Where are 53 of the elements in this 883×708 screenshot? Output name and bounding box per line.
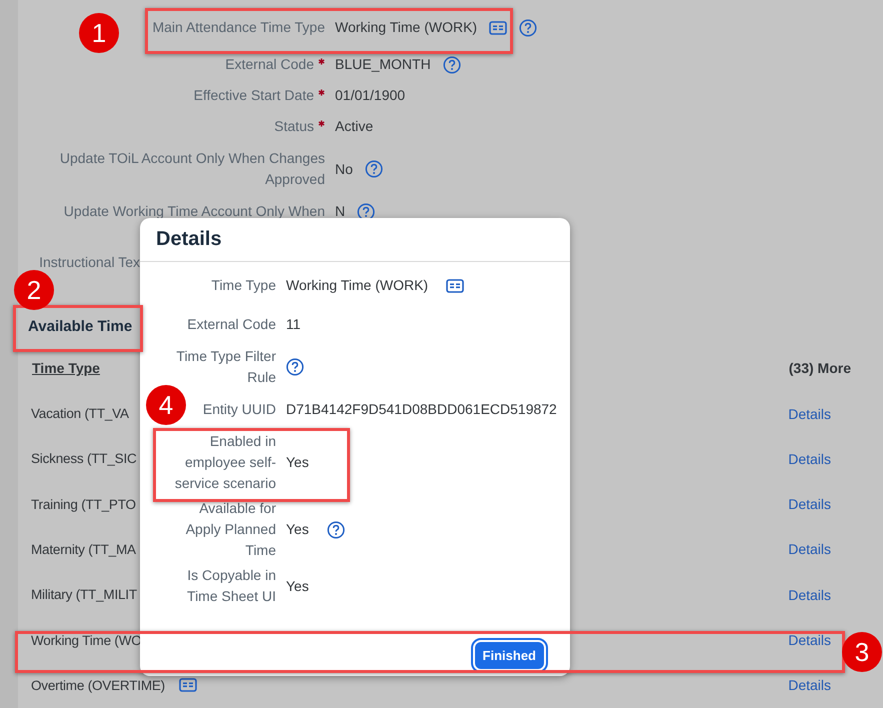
field-value: 11 [286,315,301,334]
field-value: No [335,160,353,178]
field-label: Available for Apply Planned Time [186,500,276,558]
field-value: Working Time (WORK) [335,18,478,37]
details-link[interactable]: Details [788,496,831,512]
details-link[interactable]: Details [788,586,831,603]
field-label: Enabled in employee self-service scenario [174,433,276,491]
field-label: Main Attendance Time Type [152,18,325,37]
callout-number: 1 [79,13,119,53]
time-type-cell: Overtime (OVERTIME) [31,678,165,693]
time-type-cell: Maternity (TT_MA [31,542,136,557]
field-label: Update TOiL Account Only When Changes Approved [58,149,325,189]
field-value: Active [335,117,374,136]
field-label: Status [274,117,314,136]
field-value: Working Time (WORK) [286,276,428,295]
help-icon[interactable] [326,520,345,538]
column-header[interactable]: Time Type [32,358,100,379]
details-link[interactable]: Details [788,541,831,558]
details-link[interactable]: Details [788,450,831,467]
details-link[interactable]: Details [788,406,831,422]
field-label: Update Working Time Account Only When [64,202,325,221]
details-link[interactable]: Details [788,677,831,694]
details-link[interactable]: Details [788,632,831,648]
section-title: Available Time [27,318,132,336]
time-type-cell: Sickness (TT_SIC [31,451,137,466]
help-icon[interactable] [286,358,304,376]
more-count[interactable]: (33) More [788,358,851,379]
field-value: BLUE_MONTH [335,55,431,74]
field-value: Yes [286,520,309,539]
field-value: 01/01/1900 [335,86,406,105]
time-type-cell: Military (TT_MILIT [31,587,137,602]
dialog-title: Details [140,218,570,262]
field-label: Time Type [211,277,276,293]
field-value: Yes [286,453,309,472]
help-icon[interactable] [442,56,461,74]
field-label: External Code [225,55,314,74]
field-value: Yes [286,576,309,596]
time-type-cell: Vacation (TT_VA [31,406,129,422]
field-value: D71B4142F9D541D08BDD061ECD519872 [286,400,557,419]
field-value: N [335,202,346,221]
finished-button[interactable]: Finished [474,642,544,668]
field-label: Entity UUID [202,401,276,417]
help-icon[interactable] [519,18,538,36]
time-type-cell: Training (TT_PTO [31,496,136,512]
field-label: Time Type Filter Rule [176,348,276,385]
field-label: Instructional Tex [39,253,140,272]
field-label: External Code [187,316,276,332]
field-label: Effective Start Date [194,86,314,105]
help-icon[interactable] [357,202,376,220]
callout-number: 2 [14,270,54,310]
field-label: Is Copyable in Time Sheet UI [187,567,276,604]
help-icon[interactable] [364,160,383,178]
callout-number: 3 [842,632,882,672]
